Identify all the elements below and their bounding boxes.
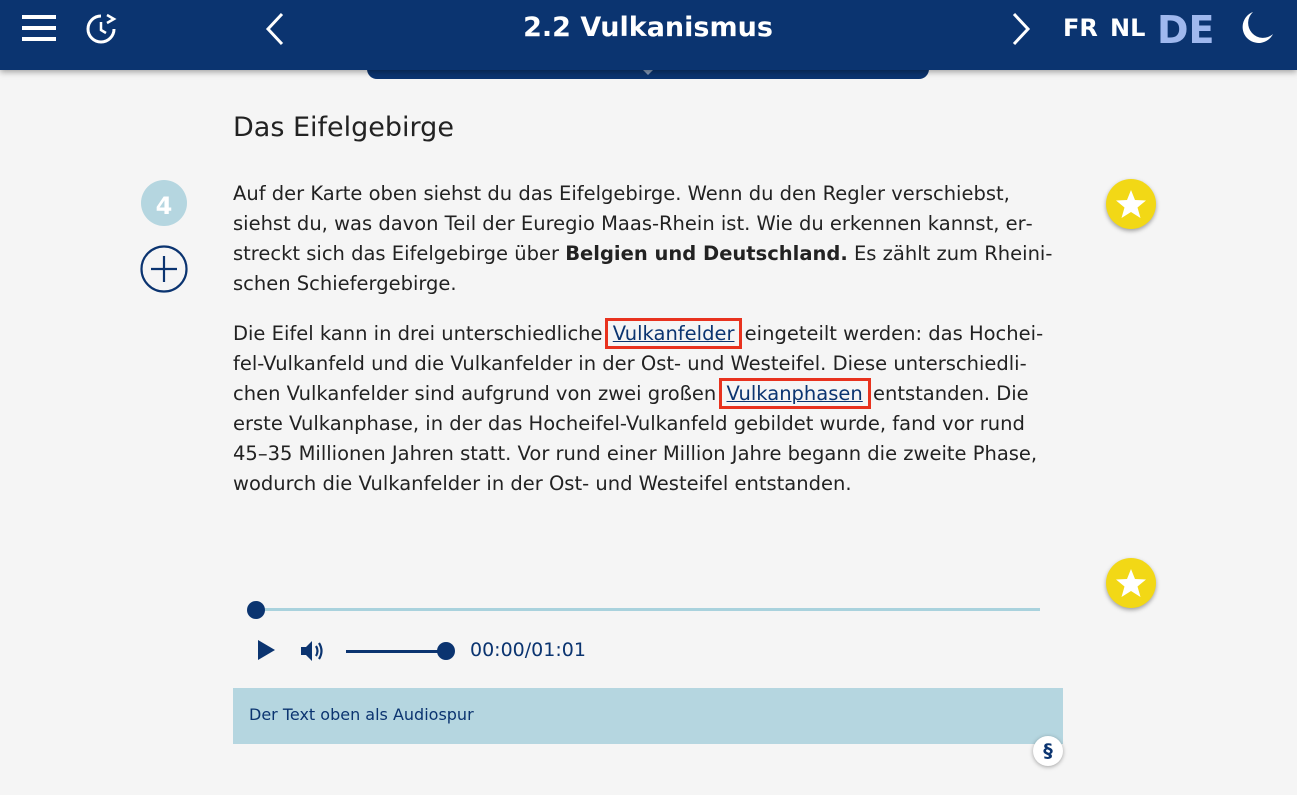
play-icon[interactable] — [255, 638, 277, 662]
star-icon — [1116, 569, 1146, 597]
audio-caption-box: Der Text oben als Audiospur — [233, 688, 1063, 744]
chevron-left-icon[interactable] — [265, 12, 285, 46]
add-circle-icon[interactable] — [140, 245, 188, 293]
moon-icon[interactable] — [1239, 10, 1275, 46]
history-icon[interactable] — [85, 13, 117, 45]
link-vulkanfelder[interactable]: Vulkanfelder — [604, 318, 743, 349]
star-button-1[interactable] — [1106, 179, 1156, 229]
page-title: 2.2 Vulkanismus — [523, 12, 773, 43]
paragraph-1-bold: Belgien und Deutschland. — [565, 242, 848, 265]
audio-caption: Der Text oben als Audiospur — [249, 705, 474, 724]
volume-thumb[interactable] — [437, 642, 455, 660]
audio-progress-track[interactable] — [256, 608, 1040, 611]
paragraph-number-badge: 4 — [141, 180, 187, 226]
volume-track[interactable] — [346, 650, 446, 653]
link-vulkanphasen[interactable]: Vulkanphasen — [718, 378, 871, 409]
star-icon — [1116, 190, 1146, 218]
paragraph-symbol-button[interactable]: § — [1033, 736, 1063, 766]
audio-time: 00:00/01:01 — [470, 639, 586, 661]
menu-icon[interactable] — [22, 15, 56, 41]
paragraph-2-text-a: Die Eifel kann in drei unterschiedliche — [233, 322, 609, 345]
section-heading: Das Eifelgebirge — [233, 112, 454, 143]
volume-icon[interactable] — [299, 638, 327, 664]
lang-de[interactable]: DE — [1157, 8, 1215, 52]
chevron-right-icon[interactable] — [1011, 12, 1031, 46]
paragraph-1: Auf der Karte oben siehst du das Eifelge… — [233, 179, 1053, 299]
lang-nl[interactable]: NL — [1110, 14, 1145, 42]
top-bar: 2.2 Vulkanismus FR NL DE — [0, 0, 1297, 70]
star-button-2[interactable] — [1106, 558, 1156, 608]
lang-fr[interactable]: FR — [1063, 14, 1098, 42]
audio-progress-thumb[interactable] — [247, 601, 265, 619]
paragraph-2: Die Eifel kann in drei unterschiedliche … — [233, 318, 1053, 499]
